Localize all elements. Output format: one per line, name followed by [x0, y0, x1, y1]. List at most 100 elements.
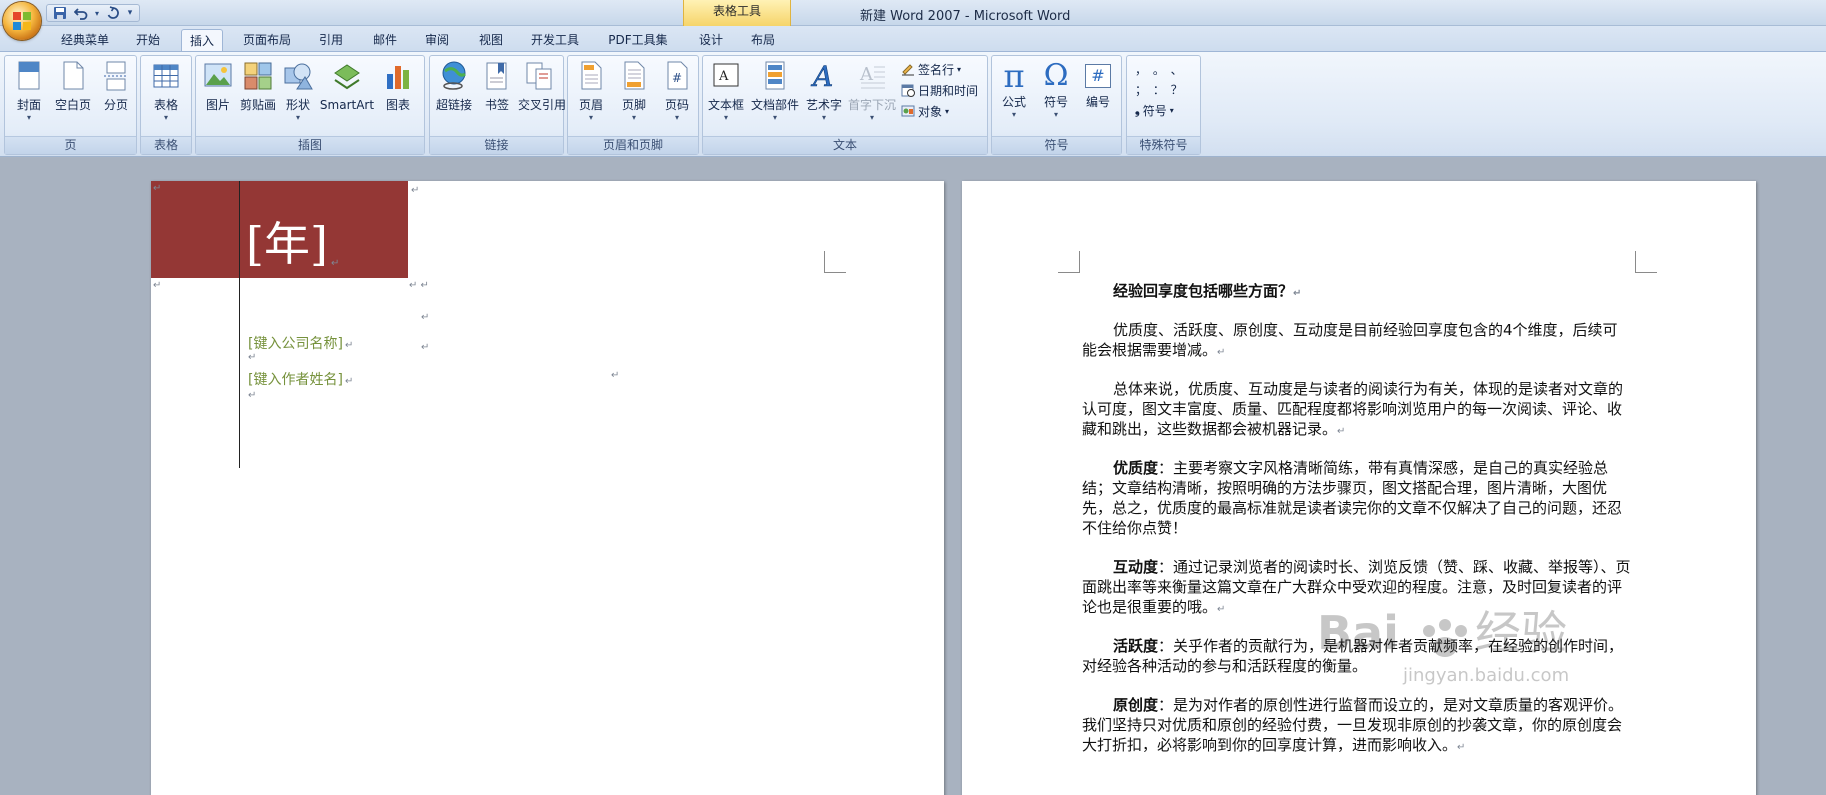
cover-page-button[interactable]: 封面 ▾	[9, 60, 49, 122]
page-cover[interactable]: [年] ↵ ↵ ↵ ↵ ↵ ↵ ↵ ↵ [键入公司名称] ↵ ↵ [键入作者姓名]…	[151, 181, 944, 795]
smartart-button[interactable]: SmartArt	[318, 60, 376, 113]
wordart-button[interactable]: A 艺术字 ▾	[803, 60, 845, 122]
footer-button[interactable]: 页脚 ▾	[613, 60, 655, 122]
crop-mark	[1058, 251, 1080, 273]
tab-insert[interactable]: 插入	[181, 29, 223, 53]
svg-text:A: A	[718, 69, 729, 84]
group-symbols-caption: 符号	[992, 136, 1121, 154]
watermark-brand-right: 经验	[1475, 606, 1567, 660]
page-break-icon	[104, 61, 128, 91]
paragraph-mark-icon: ↵	[331, 258, 340, 269]
object-icon	[901, 105, 915, 117]
paragraph-mark-icon: ↵	[153, 280, 162, 291]
bookmark-button[interactable]: 书签	[478, 60, 516, 113]
svg-text:#: #	[672, 71, 682, 85]
bookmark-icon	[486, 62, 507, 90]
paragraph-originality: 原创度：是为对作者的原创性进行监督而设立的，是对文章质量的客观评价。我们坚持只对…	[1082, 696, 1624, 754]
page-article[interactable]: 经验回享度包括哪些方面？↵ 优质度、活跃度、原创度、互动度是目前经验回享度包含的…	[962, 181, 1756, 795]
signature-line-button[interactable]: 签名行 ▾	[901, 60, 961, 78]
cross-reference-icon	[526, 62, 552, 90]
tab-home[interactable]: 开始	[128, 29, 168, 52]
page-number-button[interactable]: # 页码 ▾	[656, 60, 698, 122]
special-symbol-dot-icon: ❟	[1135, 102, 1140, 117]
svg-text:A: A	[810, 60, 833, 92]
group-header-footer-caption: 页眉和页脚	[568, 136, 698, 154]
document-body[interactable]: 经验回享度包括哪些方面？↵ 优质度、活跃度、原创度、互动度是目前经验回享度包含的…	[1082, 281, 1632, 774]
paragraph-mark-icon: ↵	[611, 370, 620, 381]
omega-icon: Ω	[1043, 58, 1069, 93]
chart-button[interactable]: 图表	[378, 60, 418, 113]
document-workspace[interactable]: [年] ↵ ↵ ↵ ↵ ↵ ↵ ↵ ↵ [键入公司名称] ↵ ↵ [键入作者姓名]…	[0, 158, 1826, 795]
crop-mark	[1635, 251, 1657, 273]
undo-dropdown-icon[interactable]: ▾	[93, 5, 101, 21]
tab-developer[interactable]: 开发工具	[521, 29, 589, 52]
undo-icon[interactable]	[72, 5, 90, 21]
baidu-jingyan-watermark: Bai 经验 jingyan.baidu.com	[1317, 601, 1602, 691]
cover-page-icon	[18, 61, 40, 90]
clipart-button[interactable]: 剪贴画	[238, 60, 278, 113]
tab-design[interactable]: 设计	[691, 29, 731, 52]
date-time-button[interactable]: 日期和时间	[901, 81, 978, 99]
tab-review[interactable]: 审阅	[414, 29, 460, 52]
watermark-url: jingyan.baidu.com	[1402, 665, 1569, 686]
year-placeholder[interactable]: [年]	[246, 217, 328, 271]
drop-cap-button: A 首字下沉 ▾	[846, 60, 898, 122]
author-name-placeholder[interactable]: [键入作者姓名] ↵	[248, 369, 353, 389]
clipart-icon	[244, 62, 272, 90]
paragraph-mark-icon: ↵	[248, 390, 257, 401]
table-tools-context: 表格工具	[683, 0, 791, 26]
special-symbol-button[interactable]: ❟ 符号 ▾	[1135, 101, 1174, 119]
tab-mailings[interactable]: 邮件	[362, 29, 408, 52]
punctuation-row-1[interactable]: ， 。 、	[1135, 60, 1184, 78]
group-pages-caption: 页	[5, 136, 136, 154]
picture-icon	[204, 63, 232, 87]
article-heading: 经验回享度包括哪些方面？↵	[1113, 282, 1302, 300]
picture-button[interactable]: 图片	[200, 60, 236, 113]
group-pages: 封面 ▾ 空白页 分页 页	[4, 55, 137, 155]
chart-icon	[387, 66, 409, 89]
header-button[interactable]: 页眉 ▾	[570, 60, 612, 122]
redo-icon[interactable]	[104, 5, 122, 21]
hyperlink-button[interactable]: 超链接	[432, 60, 476, 113]
tab-page-layout[interactable]: 页面布局	[236, 29, 298, 52]
group-illustrations-caption: 插图	[196, 136, 424, 154]
paragraph-mark-icon: ↵ ↵	[409, 280, 429, 291]
signature-line-icon	[902, 64, 914, 76]
object-button[interactable]: 对象 ▾	[901, 102, 949, 120]
customize-dropdown-icon[interactable]: ▾	[125, 5, 135, 21]
paragraph-mark-icon: ↵	[421, 342, 430, 353]
tab-classic-menu[interactable]: 经典菜单	[52, 29, 118, 52]
drop-cap-icon: A	[859, 64, 885, 89]
tab-references[interactable]: 引用	[308, 29, 354, 52]
symbol-button[interactable]: Ω 符号 ▾	[1036, 58, 1076, 120]
quick-parts-icon	[765, 61, 785, 90]
equation-button[interactable]: π 公式 ▾	[994, 60, 1034, 119]
quick-parts-button[interactable]: 文档部件 ▾	[749, 60, 801, 122]
group-tables: 表格 ▾ 表格	[140, 55, 192, 155]
group-symbols: π 公式 ▾ Ω 符号 ▾ # 编号 符号	[991, 55, 1122, 155]
shapes-button[interactable]: 形状 ▾	[280, 60, 316, 122]
hash-box-icon: #	[1085, 64, 1111, 88]
group-links-caption: 链接	[430, 136, 563, 154]
watermark-brand-left: Bai	[1317, 606, 1399, 660]
tab-table-layout[interactable]: 布局	[743, 29, 783, 52]
tab-view[interactable]: 视图	[468, 29, 514, 52]
page-break-button[interactable]: 分页	[97, 60, 135, 113]
crop-mark	[824, 251, 846, 273]
ribbon: 封面 ▾ 空白页 分页 页 表格 ▾ 表格 图片 剪贴画 形状 ▾ SmartA…	[0, 51, 1826, 157]
shapes-icon	[284, 63, 313, 90]
table-button[interactable]: 表格 ▾	[146, 60, 186, 122]
quick-access-toolbar: ▾ ▾	[46, 4, 140, 22]
cross-reference-button[interactable]: 交叉引用	[518, 60, 566, 113]
company-name-placeholder[interactable]: [键入公司名称] ↵	[248, 333, 353, 353]
textbox-button[interactable]: A 文本框 ▾	[705, 60, 747, 122]
tab-pdf-tools[interactable]: PDF工具集	[603, 29, 673, 52]
blank-page-button[interactable]: 空白页	[51, 60, 95, 113]
save-icon[interactable]	[51, 5, 69, 21]
numbering-button[interactable]: # 编号	[1078, 60, 1118, 110]
textbox-icon: A	[713, 63, 739, 87]
office-button[interactable]	[3, 2, 41, 40]
punctuation-row-2[interactable]: ； ： ？	[1135, 80, 1184, 98]
group-text-caption: 文本	[703, 136, 987, 154]
header-icon	[581, 61, 602, 90]
